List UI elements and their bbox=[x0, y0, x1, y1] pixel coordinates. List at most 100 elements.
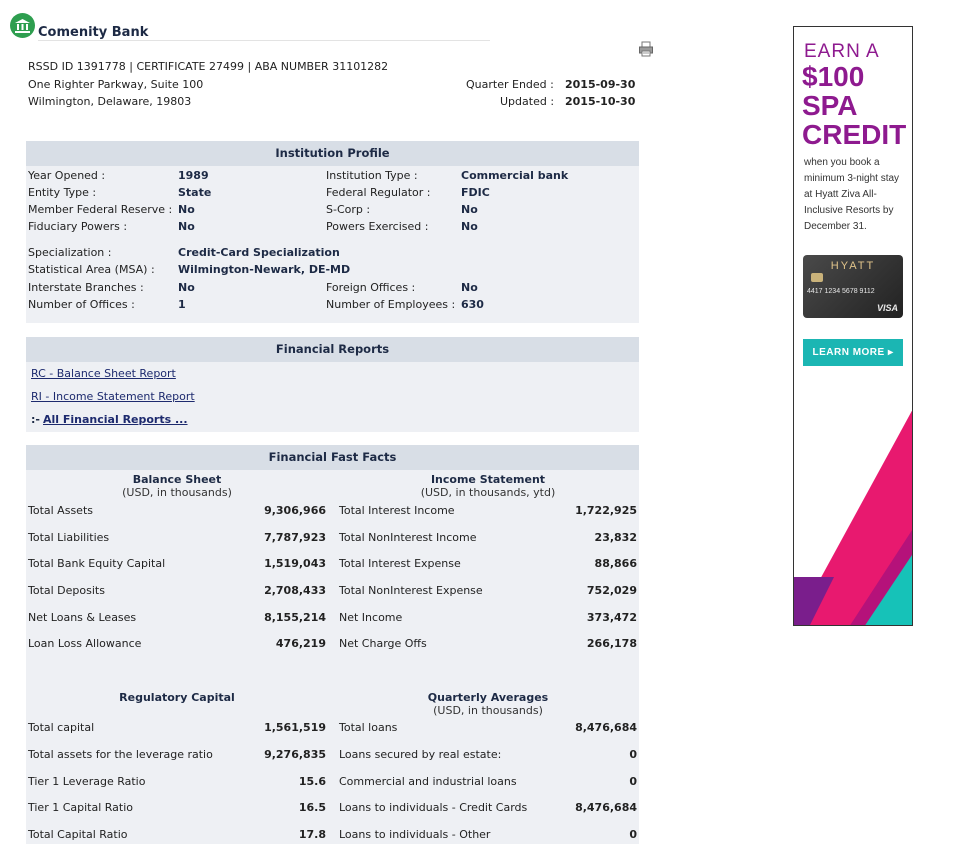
loans-credit-cards-value: 8,476,684 bbox=[575, 801, 637, 814]
card-network: VISA bbox=[876, 303, 898, 313]
ad-amount: $100 bbox=[802, 61, 865, 92]
total-assets-value: 9,306,966 bbox=[264, 504, 326, 517]
quarterly-averages-unit: (USD, in thousands) bbox=[433, 704, 543, 717]
specialization-label: Specialization : bbox=[28, 246, 112, 259]
learn-more-label: LEARN MORE bbox=[812, 347, 885, 358]
total-loans-label: Total loans bbox=[339, 721, 398, 734]
total-interest-expense-label: Total Interest Expense bbox=[339, 557, 461, 570]
institution-type-value: Commercial bank bbox=[461, 169, 569, 182]
loan-loss-allowance-label: Loan Loss Allowance bbox=[28, 637, 142, 650]
statistical-area-value: Wilmington-Newark, DE-MD bbox=[178, 263, 351, 276]
regulatory-capital-heading: Regulatory Capital bbox=[119, 691, 235, 704]
fiduciary-powers-label: Fiduciary Powers : bbox=[28, 220, 128, 233]
member-federal-reserve-value: No bbox=[178, 203, 195, 216]
loans-credit-cards-label: Loans to individuals - Credit Cards bbox=[339, 801, 528, 814]
address-line-1: One Righter Parkway, Suite 100 bbox=[28, 78, 204, 91]
total-liabilities-value: 7,787,923 bbox=[264, 531, 326, 544]
financial-fast-facts-header: Financial Fast Facts bbox=[26, 445, 639, 470]
net-charge-offs-label: Net Charge Offs bbox=[339, 637, 427, 650]
total-bank-equity-capital-value: 1,519,043 bbox=[264, 557, 326, 570]
year-opened-label: Year Opened : bbox=[28, 169, 106, 182]
bank-name: Comenity Bank bbox=[38, 25, 149, 40]
financial-fast-facts-panel: Financial Fast Facts Balance Sheet (USD,… bbox=[26, 445, 639, 844]
learn-more-button[interactable]: LEARN MORE ▸ bbox=[803, 339, 903, 366]
s-corp-value: No bbox=[461, 203, 478, 216]
interstate-branches-label: Interstate Branches : bbox=[28, 281, 144, 294]
total-interest-income-label: Total Interest Income bbox=[339, 504, 455, 517]
tier1-leverage-ratio-label: Tier 1 Leverage Ratio bbox=[28, 775, 146, 788]
federal-regulator-value: FDIC bbox=[461, 186, 490, 199]
total-bank-equity-capital-label: Total Bank Equity Capital bbox=[28, 557, 166, 570]
card-brand: HYATT bbox=[830, 260, 876, 272]
s-corp-label: S-Corp : bbox=[326, 203, 371, 216]
income-statement-report-link[interactable]: RI - Income Statement Report bbox=[31, 390, 195, 403]
total-noninterest-expense-label: Total NonInterest Expense bbox=[339, 584, 483, 597]
number-of-employees-label: Number of Employees : bbox=[326, 298, 456, 311]
number-of-employees-value: 630 bbox=[461, 298, 484, 311]
ad-earn-text: EARN A bbox=[804, 41, 880, 62]
institution-type-label: Institution Type : bbox=[326, 169, 418, 182]
updated-value: 2015-10-30 bbox=[565, 95, 636, 108]
net-charge-offs-value: 266,178 bbox=[586, 637, 637, 650]
foreign-offices-value: No bbox=[461, 281, 478, 294]
credit-card-image: HYATT 4417 1234 5678 9112 VISA bbox=[803, 255, 903, 318]
statistical-area-label: Statistical Area (MSA) : bbox=[28, 263, 155, 276]
powers-exercised-value: No bbox=[461, 220, 478, 233]
ad-credit: CREDIT bbox=[802, 119, 907, 150]
foreign-offices-label: Foreign Offices : bbox=[326, 281, 416, 294]
entity-type-value: State bbox=[178, 186, 212, 199]
title-divider bbox=[38, 40, 490, 41]
net-income-value: 373,472 bbox=[586, 611, 637, 624]
tier1-leverage-ratio-value: 15.6 bbox=[298, 775, 326, 788]
loans-real-estate-value: 0 bbox=[629, 748, 637, 761]
total-interest-income-value: 1,722,925 bbox=[575, 504, 637, 517]
card-chip-icon bbox=[811, 273, 823, 282]
bank-icon bbox=[10, 13, 35, 38]
total-assets-label: Total Assets bbox=[28, 504, 93, 517]
year-opened-value: 1989 bbox=[178, 169, 209, 182]
balance-sheet-report-link[interactable]: RC - Balance Sheet Report bbox=[31, 367, 176, 380]
balance-sheet-heading: Balance Sheet bbox=[132, 473, 222, 486]
tier1-capital-ratio-label: Tier 1 Capital Ratio bbox=[28, 801, 134, 814]
net-income-label: Net Income bbox=[339, 611, 403, 624]
quarter-ended-value: 2015-09-30 bbox=[565, 78, 636, 91]
net-loans-leases-label: Net Loans & Leases bbox=[28, 611, 137, 624]
total-capital-label: Total capital bbox=[28, 721, 95, 734]
loan-loss-allowance-value: 476,219 bbox=[275, 637, 326, 650]
total-capital-value: 1,561,519 bbox=[264, 721, 326, 734]
total-deposits-label: Total Deposits bbox=[28, 584, 105, 597]
commercial-industrial-loans-value: 0 bbox=[629, 775, 637, 788]
financial-reports-panel: Financial Reports RC - Balance Sheet Rep… bbox=[26, 337, 639, 432]
institution-profile-panel: Institution Profile Year Opened : 1989 E… bbox=[26, 141, 639, 323]
number-of-offices-value: 1 bbox=[178, 298, 186, 311]
member-federal-reserve-label: Member Federal Reserve : bbox=[28, 203, 173, 216]
total-loans-value: 8,476,684 bbox=[575, 721, 637, 734]
address-line-2: Wilmington, Delaware, 19803 bbox=[28, 95, 192, 108]
quarter-ended-label: Quarter Ended : bbox=[466, 78, 554, 91]
total-deposits-value: 2,708,433 bbox=[264, 584, 326, 597]
quarterly-averages-heading: Quarterly Averages bbox=[427, 691, 549, 704]
updated-label: Updated : bbox=[500, 95, 555, 108]
number-of-offices-label: Number of Offices : bbox=[28, 298, 135, 311]
income-statement-heading: Income Statement bbox=[430, 473, 546, 486]
income-statement-unit: (USD, in thousands, ytd) bbox=[420, 486, 556, 499]
specialization-value: Credit-Card Specialization bbox=[178, 246, 340, 259]
ad-copy: when you book a minimum 3-night stay at … bbox=[804, 157, 900, 232]
hyatt-ad-banner[interactable]: EARN A $100 SPA CREDIT when you book a m… bbox=[793, 26, 913, 626]
card-number: 4417 1234 5678 9112 bbox=[807, 288, 875, 295]
institution-profile-header: Institution Profile bbox=[26, 141, 639, 166]
total-noninterest-income-label: Total NonInterest Income bbox=[339, 531, 477, 544]
ad-spa: SPA bbox=[802, 90, 858, 121]
total-interest-expense-value: 88,866 bbox=[594, 557, 637, 570]
total-noninterest-income-value: 23,832 bbox=[594, 531, 637, 544]
loans-individuals-other-value: 0 bbox=[629, 828, 637, 841]
loans-individuals-other-label: Loans to individuals - Other bbox=[339, 828, 491, 841]
net-loans-leases-value: 8,155,214 bbox=[264, 611, 326, 624]
tier1-capital-ratio-value: 16.5 bbox=[298, 801, 326, 814]
print-icon[interactable] bbox=[638, 41, 654, 57]
commercial-industrial-loans-label: Commercial and industrial loans bbox=[339, 775, 517, 788]
total-capital-ratio-label: Total Capital Ratio bbox=[28, 828, 128, 841]
all-financial-reports-link[interactable]: All Financial Reports ... bbox=[43, 413, 188, 426]
fiduciary-powers-value: No bbox=[178, 220, 195, 233]
entity-type-label: Entity Type : bbox=[28, 186, 97, 199]
